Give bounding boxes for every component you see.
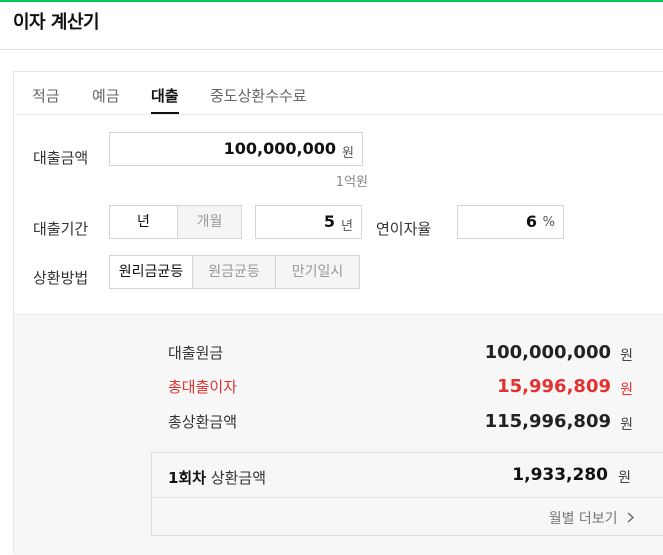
total-unit: 원: [620, 417, 633, 433]
loan-amount-unit: 원: [342, 146, 354, 161]
calculator-card: 적금 예금 대출 중도상환수수료 대출금액 100,000,000 원 1억원 …: [13, 71, 663, 555]
interest-rate-label: 연이자율: [376, 220, 432, 238]
total-value: 115,996,809: [484, 411, 611, 432]
page-title: 이자 계산기: [13, 12, 100, 33]
loan-period-unit: 년: [341, 219, 353, 234]
installment-label-text: 상환금액: [206, 469, 267, 487]
repayment-equal-principal[interactable]: 원금균등: [192, 255, 276, 289]
tab-prepayment-fee[interactable]: 중도상환수수료: [210, 85, 307, 106]
tab-deposit[interactable]: 예금: [92, 85, 120, 106]
loan-amount-input[interactable]: 100,000,000 원: [109, 132, 363, 166]
title-divider: [0, 49, 663, 50]
installment-value: 1,933,280: [512, 465, 608, 485]
tab-savings[interactable]: 적금: [32, 85, 60, 106]
tab-loan[interactable]: 대출: [151, 85, 179, 114]
monthly-more-link[interactable]: 월별 더보기: [548, 508, 635, 528]
interest-value: 15,996,809: [497, 376, 611, 397]
principal-value: 100,000,000: [484, 342, 611, 363]
tab-bar: 적금 예금 대출 중도상환수수료: [14, 72, 663, 115]
interest-unit: 원: [620, 382, 633, 398]
installment-row: 1회차 상환금액 1,933,280 원: [152, 453, 663, 498]
loan-period-input[interactable]: 5 년: [255, 205, 362, 239]
repayment-equal-installment[interactable]: 원리금균등: [109, 255, 193, 289]
top-accent-line: [0, 0, 663, 2]
loan-period-label: 대출기간: [33, 220, 89, 238]
period-month-toggle[interactable]: 개월: [177, 205, 242, 239]
repayment-bullet[interactable]: 만기일시: [275, 255, 360, 289]
chevron-right-icon: [627, 511, 635, 527]
installment-box: 1회차 상환금액 1,933,280 원 월별 더보기: [151, 452, 663, 536]
loan-amount-hint: 1억원: [335, 175, 368, 190]
principal-unit: 원: [620, 348, 633, 364]
loan-amount-label: 대출금액: [33, 149, 89, 167]
principal-label: 대출원금: [168, 344, 224, 362]
installment-number: 1회차: [168, 469, 207, 487]
interest-rate-unit: %: [542, 215, 555, 230]
period-year-toggle[interactable]: 년: [109, 205, 178, 239]
loan-period-value: 5: [323, 212, 335, 231]
interest-rate-value: 6: [525, 212, 537, 231]
installment-label: 1회차 상환금액: [168, 467, 266, 488]
interest-label: 총대출이자: [168, 378, 238, 396]
repayment-label: 상환방법: [33, 269, 89, 287]
monthly-more-label: 월별 더보기: [548, 511, 618, 527]
loan-amount-value: 100,000,000: [223, 139, 336, 158]
installment-unit: 원: [618, 470, 631, 486]
result-panel: 대출원금 100,000,000 원 총대출이자 15,996,809 원 총상…: [14, 314, 663, 555]
total-label: 총상환금액: [168, 413, 238, 431]
interest-rate-input[interactable]: 6 %: [457, 205, 564, 239]
